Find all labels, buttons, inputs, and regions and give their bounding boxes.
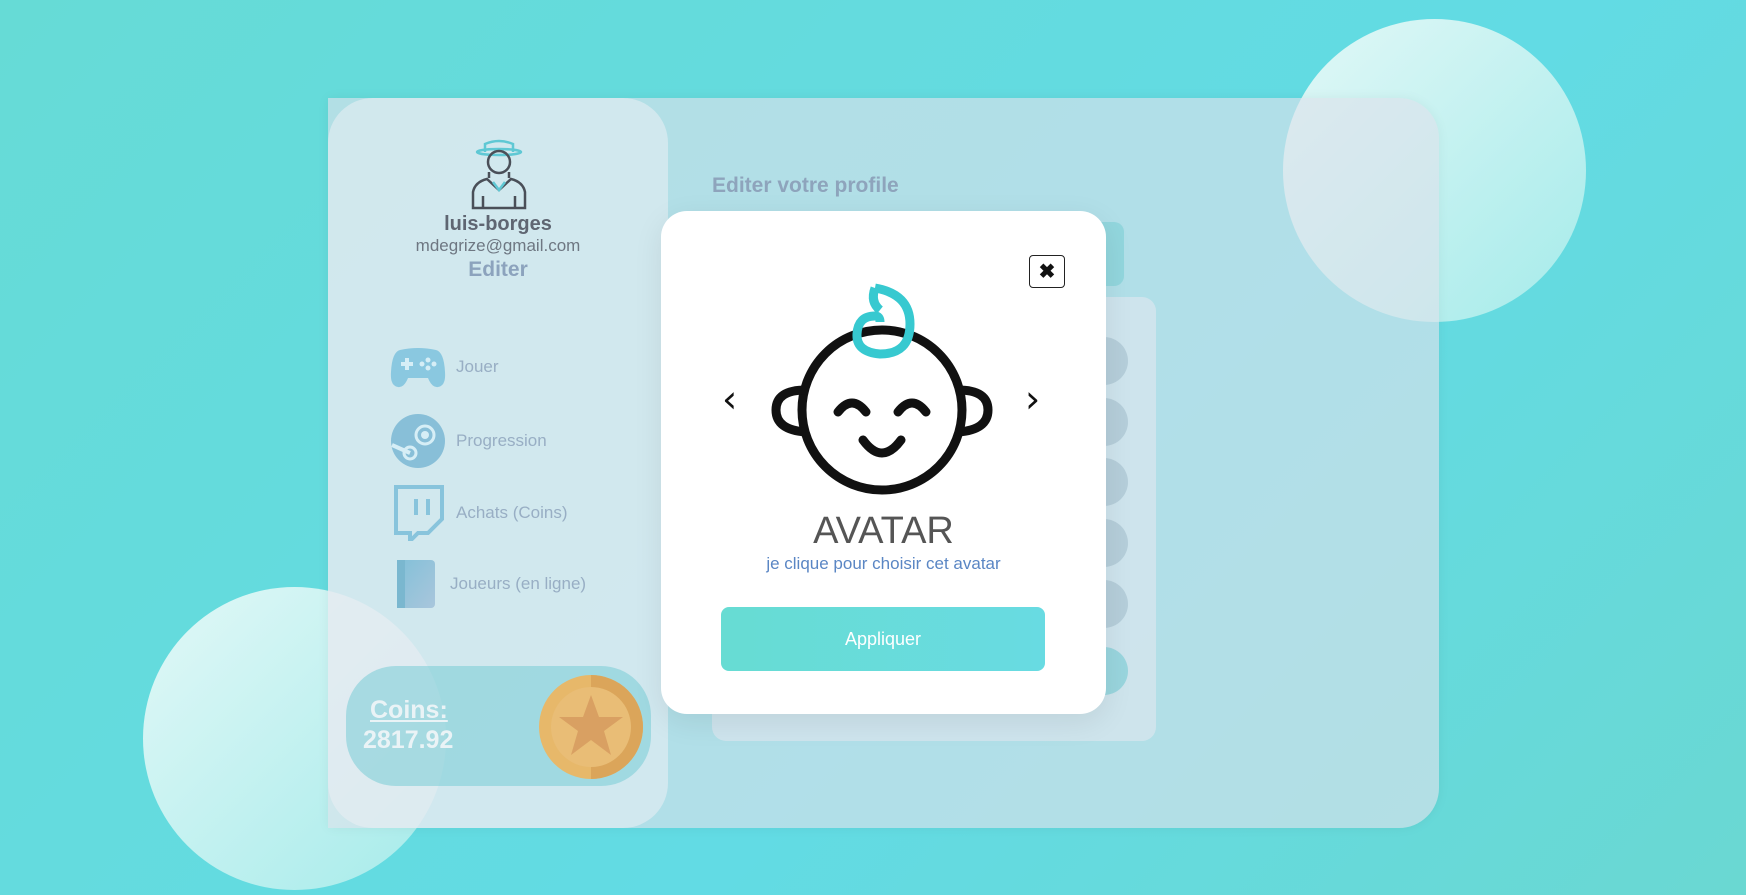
avatar-title: AVATAR: [813, 510, 954, 552]
avatar-select-hint[interactable]: je clique pour choisir cet avatar: [661, 554, 1106, 574]
apply-button[interactable]: Appliquer: [721, 607, 1045, 671]
previous-avatar-button[interactable]: ‹: [722, 380, 737, 418]
close-button[interactable]: ✖: [1029, 255, 1065, 288]
baby-avatar-icon[interactable]: [762, 280, 1002, 508]
next-avatar-button[interactable]: ›: [1025, 380, 1040, 418]
close-icon: ✖: [1038, 261, 1056, 283]
